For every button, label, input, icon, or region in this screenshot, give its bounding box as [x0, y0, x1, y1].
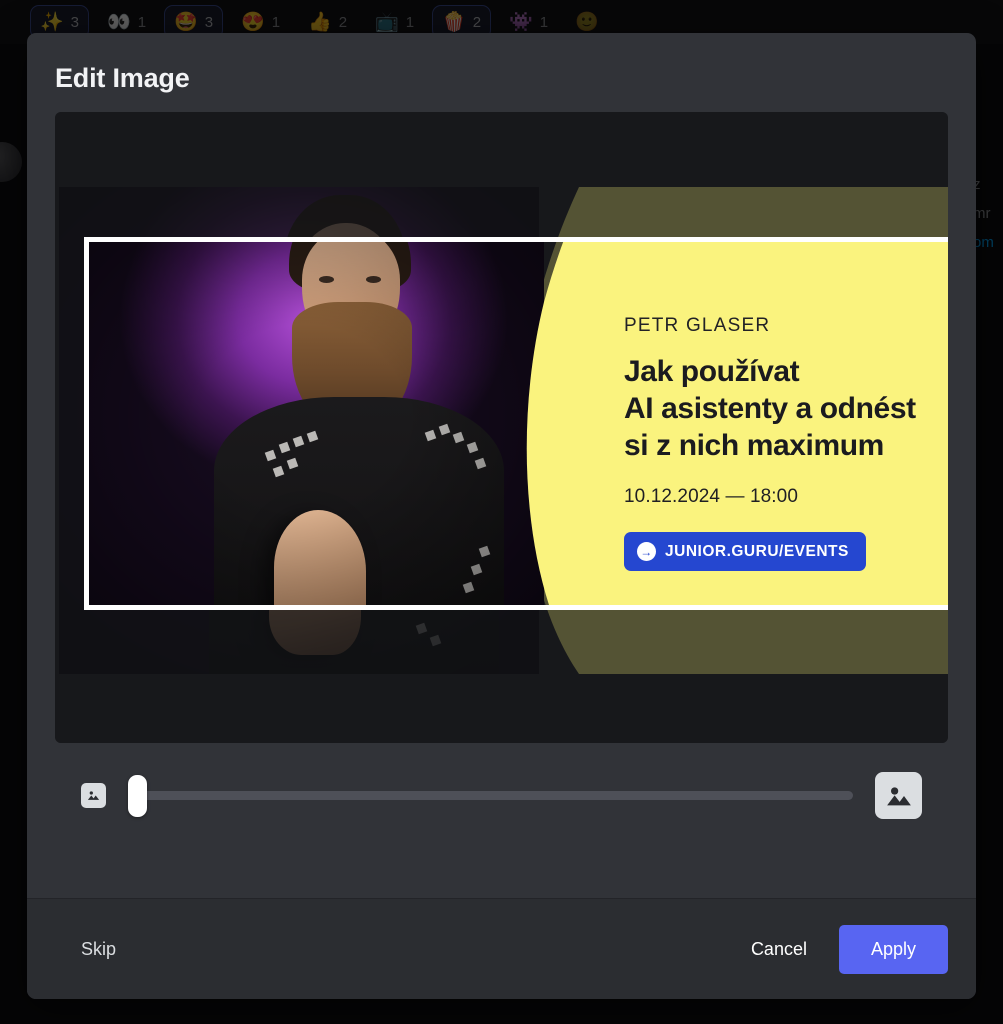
poster-headline: Jak používat AI asistenty a odnést si z … — [624, 353, 948, 464]
poster-cta-label: JUNIOR.GURU/EVENTS — [665, 542, 849, 560]
zoom-control-row — [55, 743, 948, 848]
edit-image-modal: Edit Image PETR GLASER Jak používat AI a… — [27, 33, 976, 999]
crop-selection-window[interactable]: PETR GLASER Jak používat AI asistenty a … — [84, 237, 948, 610]
page-title: Edit Image — [55, 63, 190, 93]
image-small-icon[interactable] — [81, 783, 106, 808]
skip-button[interactable]: Skip — [55, 931, 142, 968]
poster-headline-line-1: Jak používat — [624, 355, 800, 388]
zoom-slider-thumb[interactable] — [128, 774, 147, 817]
arrow-right-icon: → — [637, 542, 656, 561]
poster-date: 10.12.2024 — 18:00 — [624, 486, 798, 507]
modal-footer: Skip Cancel Apply — [27, 898, 976, 999]
poster-image-bright: PETR GLASER Jak používat AI asistenty a … — [89, 242, 948, 605]
zoom-slider[interactable] — [128, 774, 853, 817]
modal-body: PETR GLASER Jak používat AI asistenty a … — [27, 112, 976, 898]
modal-header: Edit Image — [27, 33, 976, 112]
image-crop-stage[interactable]: PETR GLASER Jak používat AI asistenty a … — [55, 112, 948, 743]
speaker-photo-bright — [89, 242, 544, 605]
poster-headline-line-3: si z nich maximum — [624, 429, 884, 462]
poster-text-block-bright: PETR GLASER Jak používat AI asistenty a … — [624, 242, 948, 571]
apply-button[interactable]: Apply — [838, 924, 948, 974]
poster-speaker-name: PETR GLASER — [624, 315, 771, 336]
poster-headline-line-2: AI asistenty a odnést — [624, 392, 916, 425]
image-large-icon[interactable] — [875, 772, 922, 819]
photo-vignette — [89, 242, 544, 605]
poster-cta-button: → JUNIOR.GURU/EVENTS — [624, 532, 866, 571]
zoom-slider-track[interactable] — [128, 791, 853, 800]
cancel-button[interactable]: Cancel — [733, 929, 825, 970]
